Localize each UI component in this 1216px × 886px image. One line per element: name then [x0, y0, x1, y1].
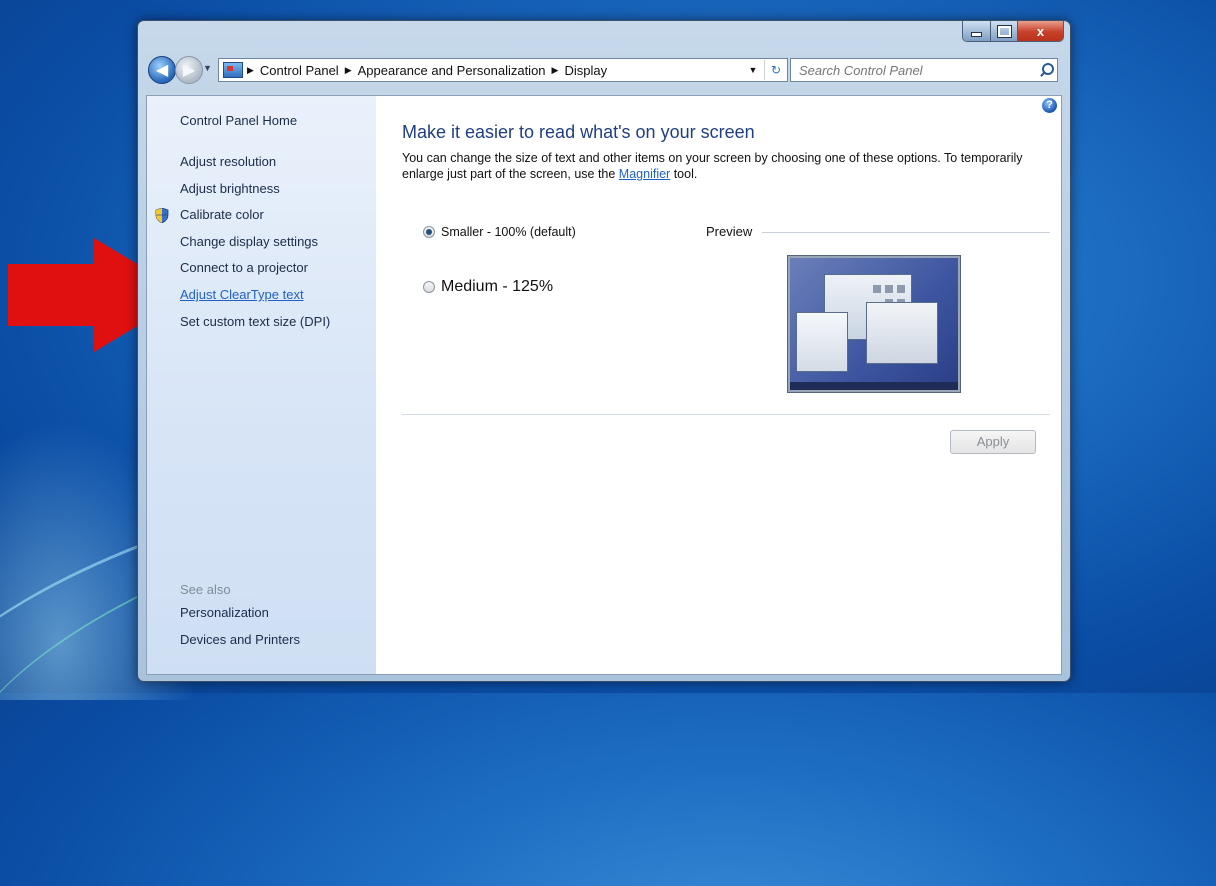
- sidebar-item-connect-projector[interactable]: Connect to a projector: [180, 260, 308, 275]
- address-bar-actions: ▼ ↻: [742, 59, 787, 81]
- breadcrumb-appearance[interactable]: Appearance and Personalization: [358, 63, 546, 78]
- apply-button[interactable]: Apply: [950, 430, 1036, 454]
- preview-divider: [762, 232, 1050, 233]
- search-icon[interactable]: [1037, 60, 1057, 80]
- sidebar-item-adjust-cleartype[interactable]: Adjust ClearType text: [180, 287, 304, 302]
- minimize-button[interactable]: [963, 21, 991, 41]
- preview-taskbar: [790, 382, 958, 390]
- forward-button[interactable]: ▶: [175, 56, 203, 84]
- control-panel-window: x ◀ ▶ ▼ ▶ Control Panel ▶ Appearance and…: [137, 20, 1071, 682]
- refresh-button[interactable]: ↻: [764, 60, 787, 80]
- description-text-end: tool.: [670, 167, 698, 181]
- page-title: Make it easier to read what's on your sc…: [402, 122, 755, 142]
- sidebar: Control Panel Home Adjust resolution Adj…: [147, 96, 376, 674]
- minimize-icon: [971, 31, 982, 37]
- preview-window: [796, 312, 848, 372]
- preview-label: Preview: [706, 224, 753, 239]
- breadcrumb-separator-icon[interactable]: ▶: [552, 65, 559, 76]
- radio-medium[interactable]: [423, 281, 435, 293]
- main-panel: ? Make it easier to read what's on your …: [376, 96, 1061, 674]
- sidebar-item-calibrate-color[interactable]: Calibrate color: [180, 207, 264, 222]
- refresh-icon: ↻: [770, 63, 782, 77]
- option-medium-label[interactable]: Medium - 125%: [441, 278, 553, 296]
- maximize-icon: [996, 24, 1012, 38]
- option-smaller[interactable]: Smaller - 100% (default): [423, 225, 576, 239]
- breadcrumb-separator-icon[interactable]: ▶: [247, 65, 254, 76]
- preview-window: [866, 302, 938, 364]
- address-bar[interactable]: ▶ Control Panel ▶ Appearance and Persona…: [218, 58, 788, 82]
- breadcrumb-display[interactable]: Display: [564, 63, 607, 78]
- breadcrumb-control-panel[interactable]: Control Panel: [260, 63, 339, 78]
- control-panel-icon: [223, 62, 243, 78]
- chevron-down-icon: ▼: [748, 65, 758, 75]
- red-arrow-shaft: [8, 264, 98, 326]
- page-description: You can change the size of text and othe…: [402, 150, 1042, 182]
- help-icon[interactable]: ?: [1042, 98, 1057, 113]
- address-history-button[interactable]: ▼: [742, 65, 764, 75]
- option-smaller-label[interactable]: Smaller - 100% (default): [441, 225, 576, 239]
- back-button[interactable]: ◀: [148, 56, 176, 84]
- sidebar-item-personalization[interactable]: Personalization: [180, 605, 269, 620]
- caption-buttons: x: [962, 21, 1064, 42]
- close-button[interactable]: x: [1018, 21, 1063, 41]
- shield-icon: [155, 208, 169, 223]
- description-text: You can change the size of text and othe…: [402, 151, 1023, 181]
- content-area: Control Panel Home Adjust resolution Adj…: [146, 95, 1062, 675]
- sidebar-item-adjust-resolution[interactable]: Adjust resolution: [180, 154, 276, 169]
- sidebar-item-change-display-settings[interactable]: Change display settings: [180, 234, 318, 249]
- back-arrow-icon: ◀: [155, 62, 169, 79]
- navigation-bar: ◀ ▶ ▼ ▶ Control Panel ▶ Appearance and P…: [146, 53, 1062, 85]
- maximize-button[interactable]: [991, 21, 1018, 41]
- title-bar[interactable]: x: [138, 21, 1070, 47]
- magnifier-link[interactable]: Magnifier: [619, 167, 670, 181]
- sidebar-item-devices-printers[interactable]: Devices and Printers: [180, 632, 300, 647]
- sidebar-item-adjust-brightness[interactable]: Adjust brightness: [180, 181, 280, 196]
- sidebar-item-home[interactable]: Control Panel Home: [180, 113, 297, 128]
- breadcrumb-separator-icon[interactable]: ▶: [345, 65, 352, 76]
- sidebar-item-custom-text-size[interactable]: Set custom text size (DPI): [180, 314, 330, 329]
- search-input[interactable]: [797, 60, 1037, 80]
- forward-arrow-icon: ▶: [182, 62, 196, 79]
- close-icon: x: [1036, 23, 1045, 39]
- option-medium[interactable]: Medium - 125%: [423, 278, 553, 296]
- preview-image: [787, 255, 961, 393]
- recent-pages-button[interactable]: ▼: [203, 63, 212, 73]
- search-box: [790, 58, 1058, 82]
- see-also-heading: See also: [180, 582, 231, 597]
- dropdown-chevron-icon: ▼: [203, 63, 212, 73]
- radio-smaller[interactable]: [423, 226, 435, 238]
- section-divider: [402, 414, 1050, 415]
